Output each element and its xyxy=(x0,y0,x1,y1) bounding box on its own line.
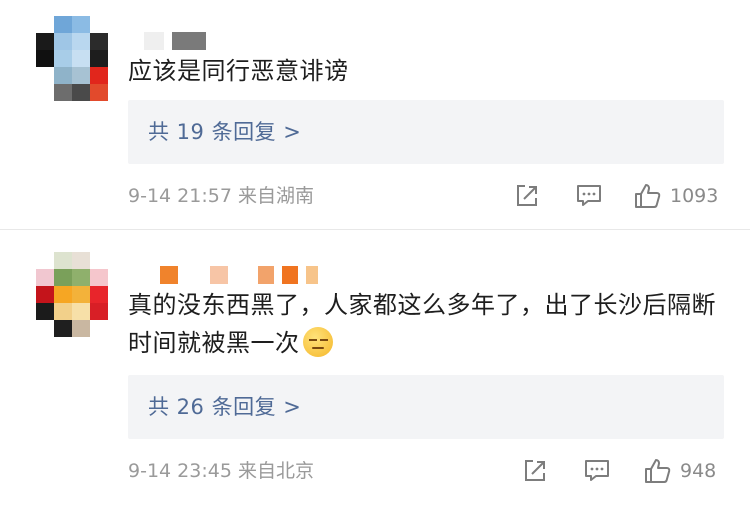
timestamp: 9-14 21:57 来自湖南 xyxy=(128,185,314,207)
comment-meta: 9-14 23:45 来自北京 948 xyxy=(128,456,724,486)
grimace-emoji-icon xyxy=(302,327,333,357)
replies-box[interactable]: 共 26 条回复 > xyxy=(128,375,724,439)
share-icon xyxy=(517,185,537,206)
thumbs-up-icon xyxy=(645,459,671,483)
timestamp: 9-14 23:45 来自北京 xyxy=(128,460,314,482)
view-replies-link[interactable]: 共 19 条回复 > xyxy=(148,100,301,164)
username-redacted[interactable] xyxy=(160,266,318,284)
view-replies-link[interactable]: 共 26 条回复 > xyxy=(148,375,301,439)
share-button[interactable] xyxy=(522,458,548,484)
username-redacted[interactable] xyxy=(144,32,206,50)
share-icon xyxy=(525,460,545,481)
comment-icon xyxy=(585,460,609,481)
comment-button[interactable] xyxy=(576,183,602,209)
like-count: 1093 xyxy=(670,185,719,207)
comment-icon xyxy=(577,185,601,206)
thumbs-up-icon xyxy=(635,184,661,208)
like-count: 948 xyxy=(680,460,717,482)
divider xyxy=(0,229,750,230)
comment-text: 应该是同行恶意诽谤 xyxy=(128,57,349,85)
comment-button[interactable] xyxy=(584,458,610,484)
avatar[interactable] xyxy=(36,252,108,337)
avatar[interactable] xyxy=(36,16,108,101)
comment-meta: 9-14 21:57 来自湖南 1093 xyxy=(128,181,724,211)
like-button[interactable]: 948 xyxy=(644,458,716,484)
share-button[interactable] xyxy=(514,183,540,209)
replies-box[interactable]: 共 19 条回复 > xyxy=(128,100,724,164)
like-button[interactable]: 1093 xyxy=(634,183,718,209)
comment-text-body: 真的没东西黑了，人家都这么多年了，出了长沙后隔断时间就被黑一次 xyxy=(128,291,716,357)
comment-text: 真的没东西黑了，人家都这么多年了，出了长沙后隔断时间就被黑一次 xyxy=(128,286,720,362)
